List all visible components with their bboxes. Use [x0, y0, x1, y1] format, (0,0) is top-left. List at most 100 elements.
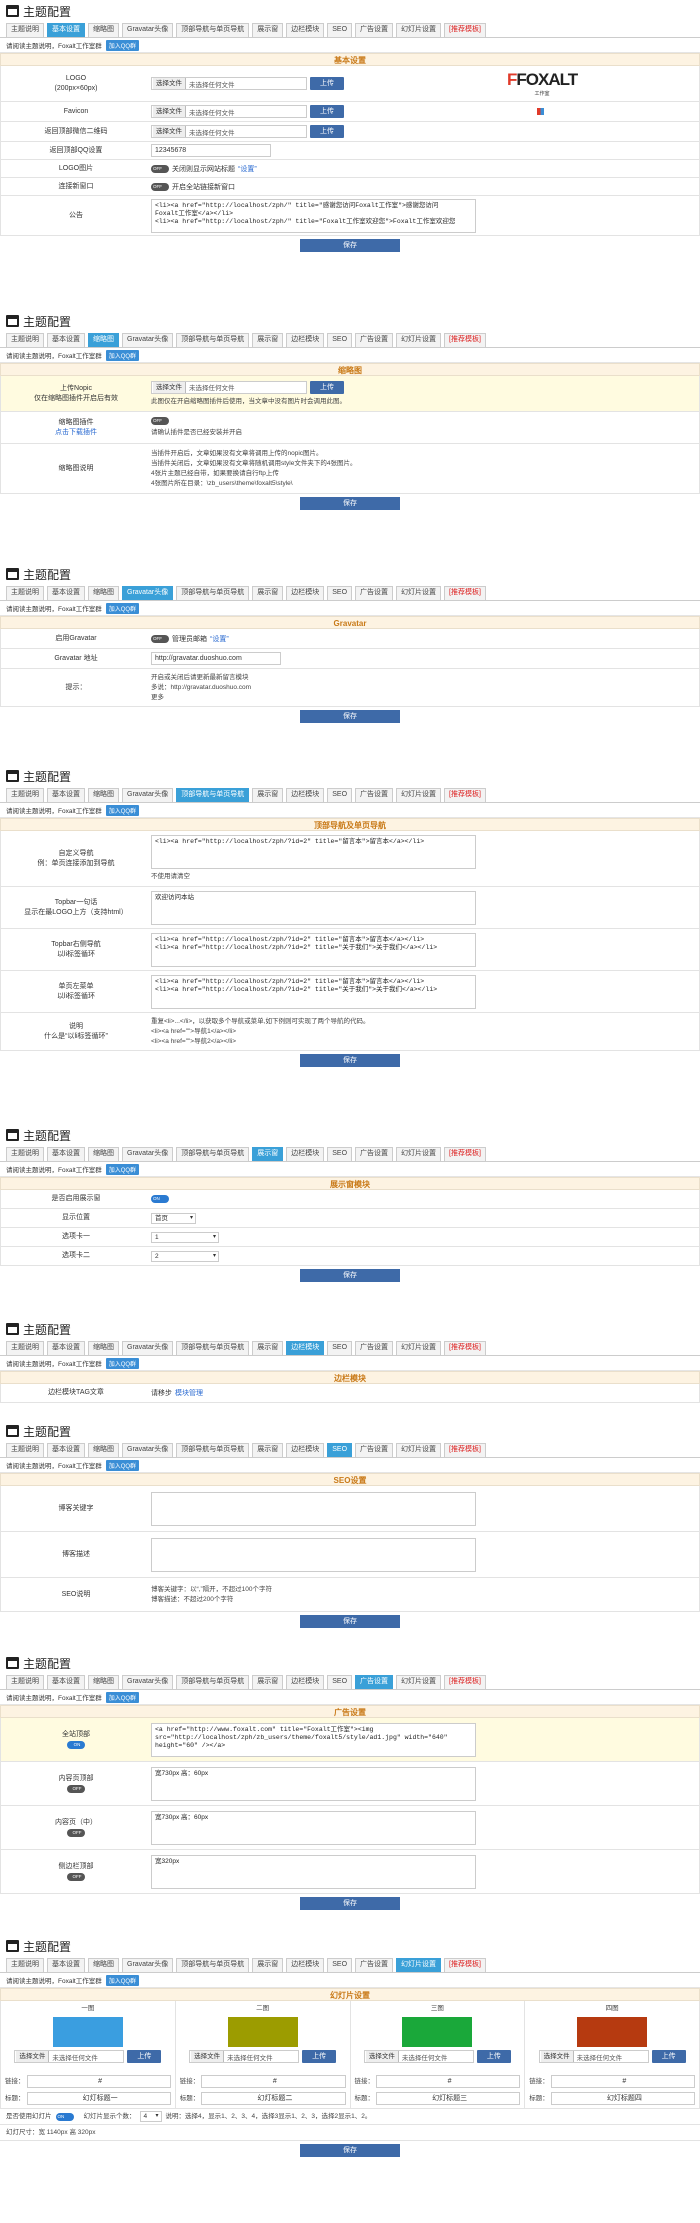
- tab-gravatar[interactable]: Gravatar头像: [122, 23, 174, 37]
- tab-ad[interactable]: 广告设置: [355, 1443, 394, 1457]
- tab-gravatar[interactable]: Gravatar头像: [122, 788, 174, 802]
- qq-button[interactable]: 加入QQ群: [105, 39, 140, 51]
- file-input[interactable]: 选择文件 未选择任何文件: [14, 2050, 125, 2063]
- tab-show[interactable]: 展示窗: [252, 333, 284, 347]
- tab-nav[interactable]: 顶部导航与单页导航: [176, 1958, 250, 1972]
- tab-seo[interactable]: SEO: [327, 1443, 353, 1457]
- tab-side[interactable]: 边栏模块: [286, 23, 325, 37]
- show-toggle[interactable]: ON: [151, 1195, 169, 1203]
- settings-link[interactable]: “设置”: [238, 164, 257, 174]
- tab-recommend[interactable]: [推荐模板]: [444, 23, 486, 37]
- gravatar-addr-input[interactable]: http://gravatar.duoshuo.com: [151, 652, 281, 665]
- tab-show[interactable]: 展示窗: [252, 586, 284, 600]
- tab-nav[interactable]: 顶部导航与单页导航: [176, 586, 250, 600]
- tab-recommend[interactable]: [推荐模板]: [444, 586, 486, 600]
- ad-inner-toggle[interactable]: OFF: [67, 1784, 85, 1793]
- qq-button[interactable]: 加入QQ群: [105, 1163, 140, 1175]
- tab-ad[interactable]: 广告设置: [355, 1147, 394, 1161]
- gravatar-toggle[interactable]: OFF: [151, 634, 169, 643]
- choose-file-button[interactable]: 选择文件: [365, 2051, 399, 2062]
- slide-title-input[interactable]: 幻灯标题一: [26, 2092, 171, 2105]
- tab-recommend[interactable]: [推荐模板]: [444, 788, 486, 802]
- save-button[interactable]: 保存: [300, 1897, 400, 1910]
- tab-gravatar[interactable]: Gravatar头像: [122, 1341, 174, 1355]
- show-pos-select[interactable]: 首页: [151, 1212, 196, 1224]
- tab-basic[interactable]: 基本设置: [47, 1443, 85, 1457]
- tab-basic[interactable]: 基本设置: [47, 1147, 85, 1161]
- save-button[interactable]: 保存: [300, 2144, 400, 2157]
- tab-recommend[interactable]: [推荐模板]: [444, 1958, 486, 1972]
- tab-intro[interactable]: 主题说明: [6, 1147, 44, 1161]
- right-nav-textarea[interactable]: <li><a href="http://localhost/zph/?id=2"…: [151, 932, 476, 967]
- tab-show[interactable]: 展示窗: [252, 23, 284, 37]
- tab-show[interactable]: 展示窗: [252, 788, 284, 802]
- tab-thumb[interactable]: 缩略图: [88, 1147, 119, 1161]
- tab-intro[interactable]: 主题说明: [6, 1443, 44, 1457]
- tab-nav[interactable]: 顶部导航与单页导航: [176, 1147, 250, 1161]
- tab-seo[interactable]: SEO: [327, 1341, 353, 1355]
- tab-intro[interactable]: 主题说明: [6, 1341, 44, 1355]
- qq-button[interactable]: 加入QQ群: [105, 1459, 140, 1471]
- tab-ad[interactable]: 广告设置: [355, 1341, 394, 1355]
- seo-keywords-textarea[interactable]: [151, 1491, 476, 1526]
- tab-ad[interactable]: 广告设置: [355, 586, 394, 600]
- tab-intro[interactable]: 主题说明: [6, 1675, 44, 1689]
- tab-show[interactable]: 展示窗: [252, 1341, 284, 1355]
- slide-link-input[interactable]: #: [201, 2075, 346, 2088]
- tab-basic[interactable]: 基本设置: [47, 23, 85, 37]
- tab-show[interactable]: 展示窗: [252, 1443, 284, 1457]
- tab-intro[interactable]: 主题说明: [6, 586, 44, 600]
- ad-mid-textarea[interactable]: 宽730px 高：60px: [151, 1810, 476, 1845]
- tab-ad[interactable]: 广告设置: [355, 1958, 394, 1972]
- qq-button[interactable]: 加入QQ群: [105, 602, 140, 614]
- file-input[interactable]: 选择文件 未选择任何文件: [151, 125, 307, 138]
- choose-file-button[interactable]: 选择文件: [16, 2051, 50, 2062]
- tab-slide[interactable]: 幻灯片设置: [396, 333, 442, 347]
- plugin-toggle[interactable]: OFF: [151, 417, 169, 425]
- card1-select[interactable]: 1: [151, 1231, 219, 1243]
- tab-basic[interactable]: 基本设置: [47, 1958, 85, 1972]
- slide-toggle[interactable]: ON: [55, 2112, 74, 2121]
- file-input[interactable]: 选择文件 未选择任何文件: [538, 2050, 649, 2063]
- qq-button[interactable]: 加入QQ群: [105, 1691, 140, 1703]
- slide-count-select[interactable]: 4: [139, 2111, 162, 2122]
- tab-basic[interactable]: 基本设置: [47, 1341, 85, 1355]
- tab-slide[interactable]: 幻灯片设置: [396, 1675, 442, 1689]
- tab-seo[interactable]: SEO: [327, 788, 353, 802]
- tab-recommend[interactable]: [推荐模板]: [444, 1675, 486, 1689]
- tab-recommend[interactable]: [推荐模板]: [444, 333, 486, 347]
- save-button[interactable]: 保存: [300, 239, 400, 252]
- save-button[interactable]: 保存: [300, 497, 400, 510]
- tab-gravatar[interactable]: Gravatar头像: [122, 1443, 174, 1457]
- slide-link-input[interactable]: #: [550, 2075, 695, 2088]
- tab-show[interactable]: 展示窗: [252, 1147, 284, 1161]
- qq-input[interactable]: 12345678: [151, 144, 271, 157]
- tab-show[interactable]: 展示窗: [252, 1958, 284, 1972]
- ad-mid-toggle[interactable]: OFF: [67, 1828, 85, 1837]
- choose-file-button[interactable]: 选择文件: [153, 381, 186, 393]
- tab-nav[interactable]: 顶部导航与单页导航: [176, 333, 250, 347]
- qq-button[interactable]: 加入QQ群: [105, 1974, 140, 1986]
- qq-button[interactable]: 加入QQ群: [105, 804, 140, 816]
- upload-button[interactable]: 上传: [476, 2050, 511, 2063]
- tab-basic[interactable]: 基本设置: [47, 788, 85, 802]
- tab-side[interactable]: 边栏模块: [286, 788, 325, 802]
- tab-seo[interactable]: SEO: [327, 586, 353, 600]
- ad-side-textarea[interactable]: 宽320px: [151, 1854, 476, 1889]
- save-button[interactable]: 保存: [300, 1269, 400, 1282]
- tab-thumb[interactable]: 缩略图: [88, 333, 119, 347]
- tab-gravatar[interactable]: Gravatar头像: [122, 1147, 174, 1161]
- custom-nav-textarea[interactable]: <li><a href="http://localhost/zph/?id=2"…: [151, 835, 476, 869]
- tab-side[interactable]: 边栏模块: [286, 333, 325, 347]
- slide-link-input[interactable]: #: [26, 2075, 171, 2088]
- file-input[interactable]: 选择文件 未选择任何文件: [151, 380, 307, 394]
- ad-inner-textarea[interactable]: 宽730px 高：60px: [151, 1766, 476, 1801]
- file-input[interactable]: 选择文件 未选择任何文件: [151, 105, 307, 118]
- tab-nav[interactable]: 顶部导航与单页导航: [176, 788, 250, 802]
- tab-side[interactable]: 边栏模块: [286, 1341, 325, 1355]
- tab-gravatar[interactable]: Gravatar头像: [122, 333, 174, 347]
- tab-slide[interactable]: 幻灯片设置: [396, 788, 442, 802]
- module-manage-link[interactable]: 模块管理: [175, 1388, 203, 1398]
- qq-button[interactable]: 加入QQ群: [105, 1357, 140, 1369]
- slide-title-input[interactable]: 幻灯标题三: [376, 2092, 521, 2105]
